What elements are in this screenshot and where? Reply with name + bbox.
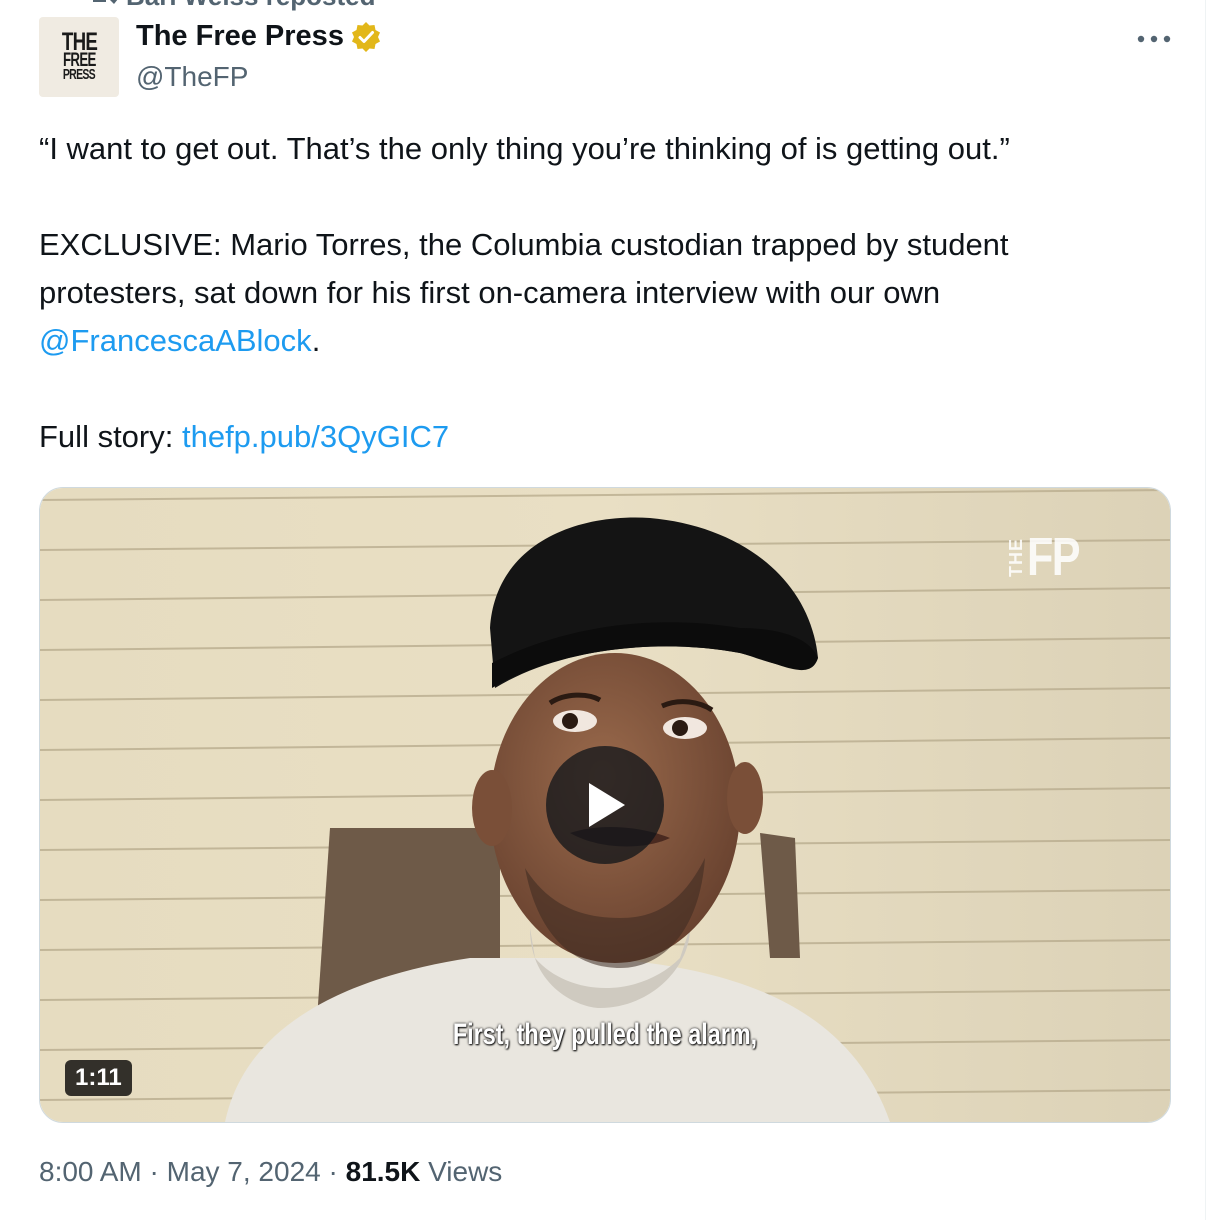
play-button[interactable] <box>546 746 664 864</box>
verified-badge-icon[interactable] <box>350 21 382 53</box>
video-duration-badge: 1:11 <box>65 1060 132 1096</box>
tweet-text: “I want to get out. That’s the only thin… <box>39 125 1159 461</box>
tweet-time[interactable]: 8:00 AM <box>39 1156 142 1187</box>
story-link[interactable]: thefp.pub/3QyGIC7 <box>182 419 449 454</box>
tweet-body-end: . <box>311 323 321 358</box>
repost-indicator[interactable]: Bari Weiss reposted <box>90 0 376 11</box>
author-block: The Free Press @TheFP <box>136 20 382 93</box>
repost-icon <box>93 0 118 4</box>
tweet-body-text: EXCLUSIVE: Mario Torres, the Columbia cu… <box>39 227 1009 310</box>
avatar[interactable]: THE FREE PRESS <box>39 17 119 97</box>
watermark-small: THE <box>1006 537 1026 577</box>
tweet-quote: “I want to get out. That’s the only thin… <box>39 131 1010 166</box>
meta-separator-2: · <box>320 1156 346 1187</box>
video-caption: First, they pulled the alarm, <box>452 1018 758 1051</box>
play-icon <box>589 783 625 827</box>
meta-separator-1: · <box>141 1156 167 1187</box>
more-options-button[interactable] <box>1134 22 1174 56</box>
tweet-meta: 8:00 AM · May 7, 2024 · 81.5K Views <box>39 1156 502 1188</box>
views-label: Views <box>420 1156 503 1187</box>
timeline-border <box>1205 0 1206 1220</box>
tweet-date[interactable]: May 7, 2024 <box>167 1156 321 1187</box>
watermark-large: FP <box>1027 527 1081 587</box>
avatar-line-3: PRESS <box>62 66 96 84</box>
watermark-logo: THE FP <box>1006 526 1092 588</box>
repost-text: Bari Weiss reposted <box>126 0 376 12</box>
video-player[interactable]: THE FP First, they pulled the alarm, 1:1… <box>39 487 1171 1123</box>
author-display-name[interactable]: The Free Press <box>136 20 344 53</box>
author-handle[interactable]: @TheFP <box>136 61 382 93</box>
story-line: Full story: thefp.pub/3QyGIC7 <box>39 413 1159 461</box>
mention-link[interactable]: @FrancescaABlock <box>39 323 312 358</box>
tweet-body: EXCLUSIVE: Mario Torres, the Columbia cu… <box>39 221 1159 365</box>
more-horizontal-icon <box>1137 35 1171 43</box>
story-label: Full story: <box>39 419 182 454</box>
views-count: 81.5K <box>345 1156 421 1187</box>
